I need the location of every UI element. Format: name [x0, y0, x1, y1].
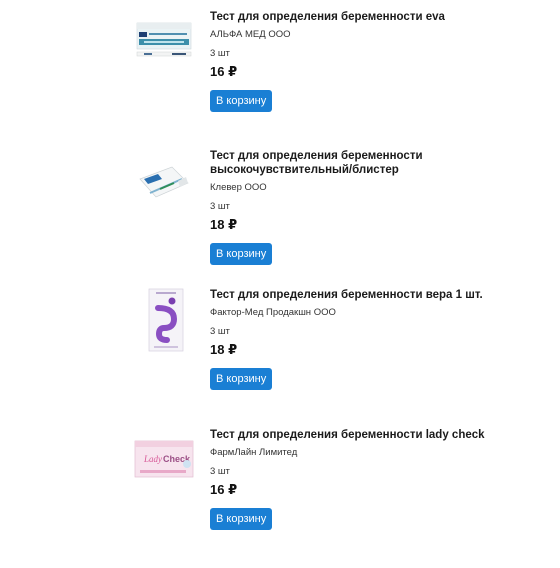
- product-image-eva[interactable]: [136, 20, 192, 76]
- product-title[interactable]: Тест для определения беременности вера 1…: [210, 288, 540, 302]
- pregnancy-test-blister-icon: [139, 166, 189, 198]
- product-image-high-sensitivity[interactable]: [136, 159, 192, 215]
- product-price: 16 ₽: [210, 482, 238, 497]
- product-price: 18 ₽: [210, 217, 238, 232]
- product-manufacturer: Фактор-Мед Продакшн ООО: [210, 307, 336, 318]
- product-info: Тест для определения беременности высоко…: [210, 149, 540, 265]
- add-to-cart-button[interactable]: В корзину: [210, 90, 273, 112]
- pregnancy-test-strip-box-icon: [136, 22, 192, 57]
- add-to-cart-button[interactable]: В корзину: [210, 243, 273, 265]
- product-card: Тест для определения беременности eva АЛ…: [0, 10, 560, 150]
- add-to-cart-button[interactable]: В корзину: [210, 368, 273, 390]
- product-quantity: 3 шт: [210, 466, 230, 477]
- vera-test-package-icon: [148, 288, 184, 352]
- product-image-vera[interactable]: [148, 288, 188, 354]
- product-info: Тест для определения беременности вера 1…: [210, 288, 540, 390]
- product-info: Тест для определения беременности eva АЛ…: [210, 10, 540, 112]
- product-title[interactable]: Тест для определения беременности высоко…: [210, 149, 540, 177]
- product-quantity: 3 шт: [210, 201, 230, 212]
- product-title[interactable]: Тест для определения беременности eva: [210, 10, 540, 24]
- product-image-lady-check[interactable]: Lady Check: [134, 440, 194, 480]
- product-card: Lady Check Тест для определения беременн…: [0, 428, 560, 568]
- product-card: Тест для определения беременности высоко…: [0, 149, 560, 289]
- product-title[interactable]: Тест для определения беременности lady c…: [210, 428, 540, 442]
- product-info: Тест для определения беременности lady c…: [210, 428, 540, 530]
- product-manufacturer: Клевер ООО: [210, 182, 267, 193]
- product-quantity: 3 шт: [210, 326, 230, 337]
- product-price: 18 ₽: [210, 342, 238, 357]
- product-quantity: 3 шт: [210, 48, 230, 59]
- lady-check-package-icon: Lady Check: [134, 440, 194, 478]
- product-manufacturer: АЛЬФА МЕД ООО: [210, 29, 291, 40]
- product-card: Тест для определения беременности вера 1…: [0, 288, 560, 428]
- add-to-cart-button[interactable]: В корзину: [210, 508, 273, 530]
- product-manufacturer: ФармЛайн Лимитед: [210, 447, 298, 458]
- lady-check-logo: Lady: [143, 454, 162, 464]
- product-price: 16 ₽: [210, 64, 238, 79]
